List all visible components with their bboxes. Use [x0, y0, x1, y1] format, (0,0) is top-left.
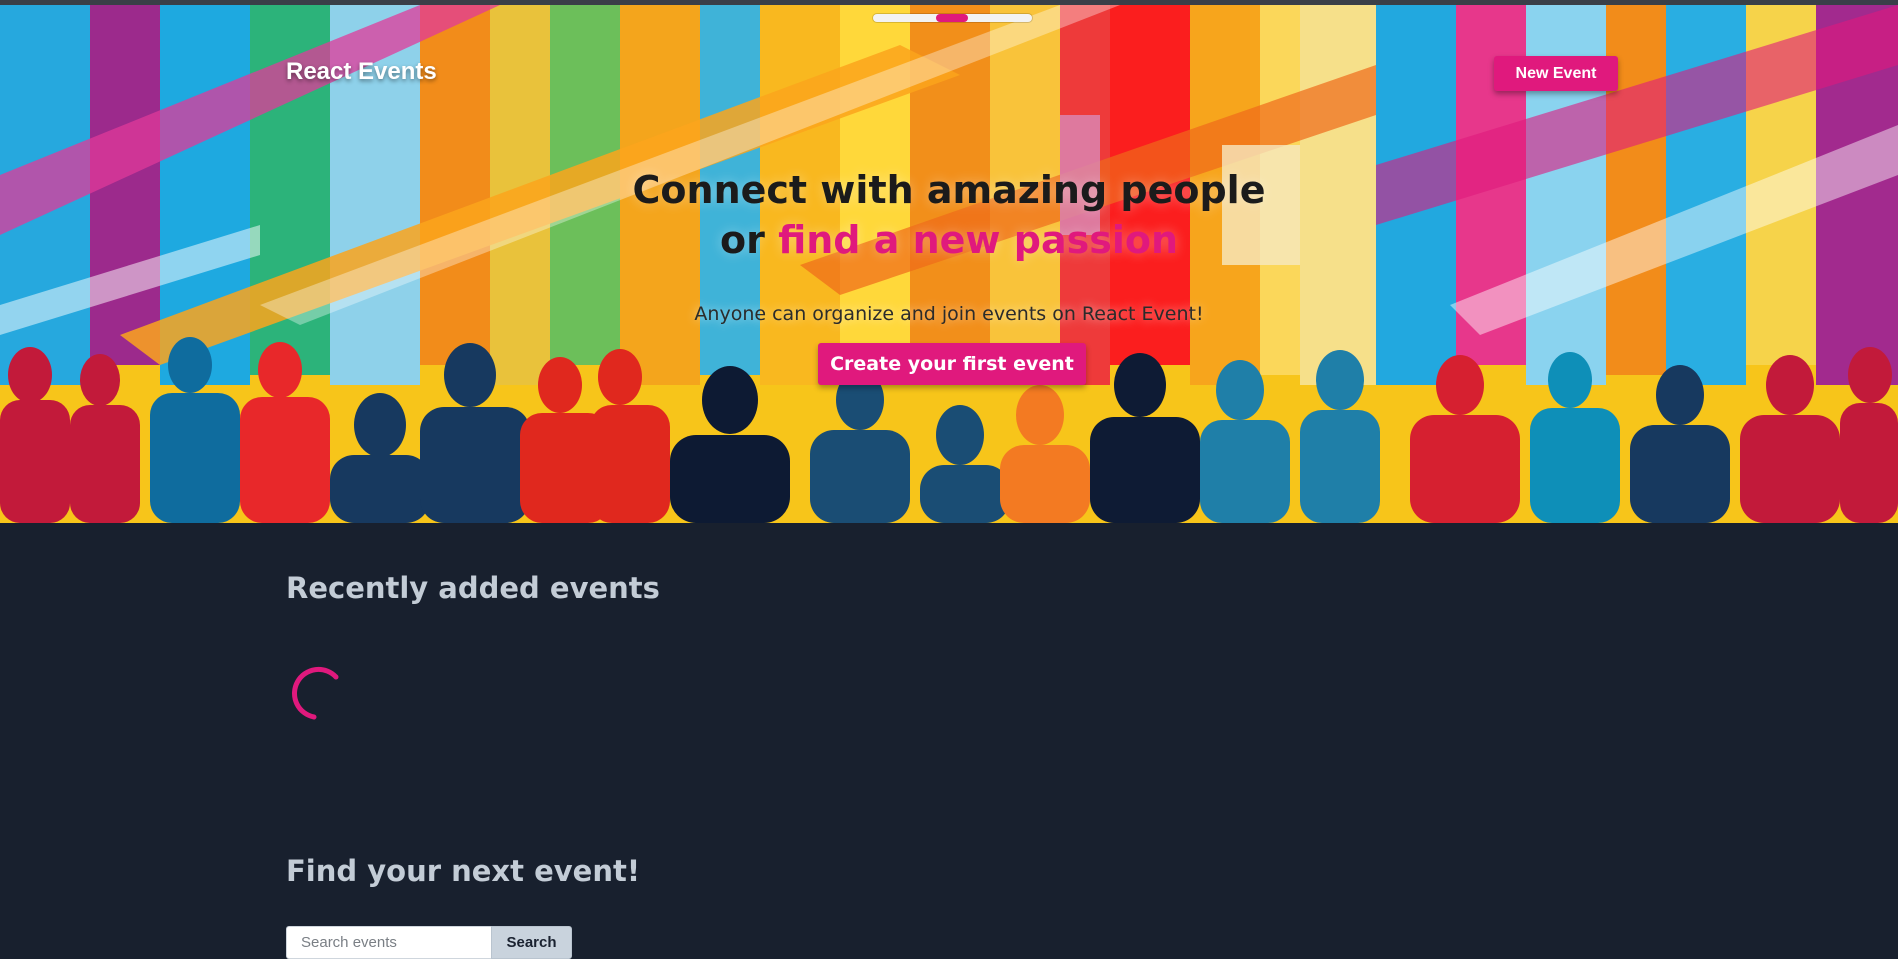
new-event-button[interactable]: New Event	[1494, 56, 1618, 91]
event-search-form: Search	[286, 926, 572, 959]
recent-events-title: Recently added events	[286, 571, 660, 605]
hero-headline: Connect with amazing people or find a ne…	[0, 165, 1898, 265]
hero-subtitle: Anyone can organize and join events on R…	[694, 303, 1204, 325]
find-event-title: Find your next event!	[286, 854, 641, 888]
hero-banner: React Events New Event Connect with amaz…	[0, 5, 1898, 523]
brand-logo-link[interactable]: React Events	[286, 58, 437, 86]
loading-spinner-icon	[292, 666, 339, 720]
headline-line-2-prefix: or	[719, 218, 779, 262]
search-input[interactable]	[286, 926, 491, 959]
headline-line-1: Connect with amazing people	[632, 168, 1266, 212]
carousel-active-dot[interactable]	[936, 14, 968, 22]
headline-line-2-accent: find a new passion	[778, 218, 1179, 262]
hero-carousel-indicator[interactable]	[873, 14, 1032, 22]
create-first-event-button[interactable]: Create your first event	[818, 343, 1086, 385]
search-button[interactable]: Search	[491, 926, 572, 959]
